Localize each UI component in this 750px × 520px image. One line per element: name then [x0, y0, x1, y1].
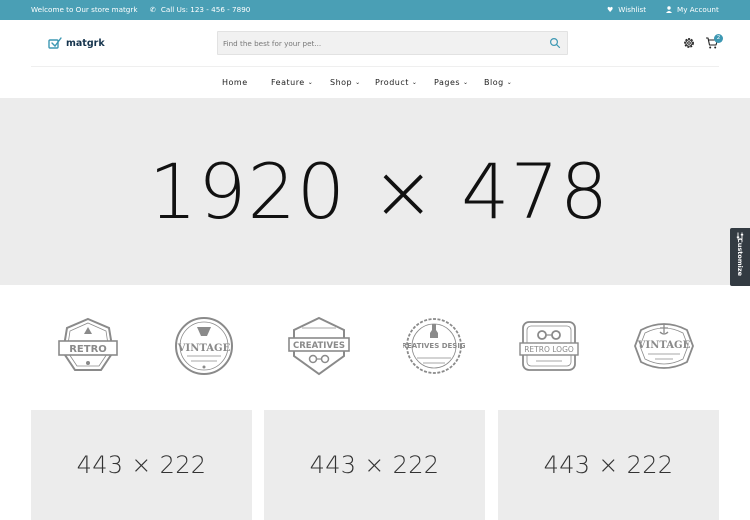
- top-bar: Welcome to Our store matgrk ✆ Call Us: 12…: [0, 0, 750, 20]
- brand-logo-creatives[interactable]: CREATIVES: [288, 316, 350, 376]
- nav-label: Product: [375, 78, 409, 87]
- promo-banner-placeholder[interactable]: 443 × 222: [498, 410, 719, 520]
- brand-logo-text: VINTAGE: [637, 340, 691, 351]
- banner-dimension-text: 443 × 222: [309, 451, 440, 479]
- promo-banner-placeholder[interactable]: 443 × 222: [264, 410, 485, 520]
- chevron-down-icon: ⌄: [411, 79, 418, 86]
- user-icon: [666, 0, 672, 20]
- nav-item-product[interactable]: Product ⌄: [375, 67, 417, 98]
- logo-text: matgrk: [66, 37, 105, 49]
- cart-count-badge: 2: [714, 34, 723, 43]
- hero-dimension-text: 1920 × 478: [148, 147, 610, 236]
- gear-icon[interactable]: [682, 36, 696, 50]
- call-us-text: Call Us: 123 - 456 - 7890: [160, 5, 251, 14]
- chevron-down-icon: ⌄: [307, 79, 314, 86]
- search-bar: [217, 31, 568, 55]
- brand-logo-text: VINTAGE: [177, 343, 231, 354]
- brand-logo-text: CREATIVES: [293, 341, 345, 351]
- site-header: matgrk 2: [0, 20, 750, 66]
- my-account-link[interactable]: My Account: [666, 0, 719, 20]
- heart-icon: ♥: [607, 6, 614, 14]
- main-nav: Home Feature ⌄ Shop ⌄ Product ⌄ Pages ⌄ Blog…: [0, 67, 750, 98]
- brand-logo-text: CREATIVES DESIGN: [403, 342, 465, 350]
- phone-icon: ✆: [150, 6, 156, 14]
- chevron-down-icon: ⌄: [506, 79, 513, 86]
- promo-banner-placeholder[interactable]: 443 × 222: [31, 410, 252, 520]
- nav-item-feature[interactable]: Feature ⌄: [271, 67, 313, 98]
- nav-label: Blog: [484, 78, 504, 87]
- wishlist-link[interactable]: ♥ Wishlist: [607, 0, 646, 20]
- nav-label: Pages: [434, 78, 461, 87]
- brand-logo-text: RETRO LOGO: [524, 345, 574, 354]
- nav-item-home[interactable]: Home: [222, 67, 248, 98]
- wishlist-label: Wishlist: [618, 5, 647, 14]
- brand-logos-row: RETRO VINTAGE CREATIVES CREATIVES DESIGN: [0, 310, 750, 380]
- brand-logo-vintage-label[interactable]: VINTAGE: [633, 316, 695, 376]
- nav-label: Feature: [271, 78, 305, 87]
- hero-banner-placeholder[interactable]: 1920 × 478: [0, 98, 750, 285]
- logo-mark-icon: [48, 37, 62, 49]
- banner-dimension-text: 443 × 222: [543, 451, 674, 479]
- customize-tab[interactable]: Customize: [730, 228, 750, 286]
- nav-item-shop[interactable]: Shop ⌄: [330, 67, 361, 98]
- brand-logo-creatives-design[interactable]: CREATIVES DESIGN: [403, 316, 465, 376]
- search-icon[interactable]: [549, 37, 561, 49]
- site-logo[interactable]: matgrk: [48, 36, 105, 50]
- banner-dimension-text: 443 × 222: [76, 451, 207, 479]
- nav-item-pages[interactable]: Pages ⌄: [434, 67, 469, 98]
- brand-logo-text: RETRO: [69, 344, 107, 355]
- customize-label: Customize: [736, 237, 744, 277]
- nav-label: Home: [222, 78, 248, 87]
- brand-logo-retro[interactable]: RETRO: [57, 316, 119, 376]
- chevron-down-icon: ⌄: [355, 79, 361, 86]
- call-us[interactable]: ✆ Call Us: 123 - 456 - 7890: [150, 0, 250, 20]
- brand-logo-vintage[interactable]: VINTAGE: [173, 316, 235, 376]
- search-input[interactable]: [223, 32, 543, 54]
- brand-logo-retro-logo[interactable]: RETRO LOGO: [518, 316, 580, 376]
- chevron-down-icon: ⌄: [463, 79, 469, 86]
- nav-label: Shop: [330, 78, 353, 87]
- nav-item-blog[interactable]: Blog ⌄: [484, 67, 512, 98]
- my-account-label: My Account: [677, 5, 719, 14]
- welcome-text: Welcome to Our store matgrk: [31, 5, 138, 14]
